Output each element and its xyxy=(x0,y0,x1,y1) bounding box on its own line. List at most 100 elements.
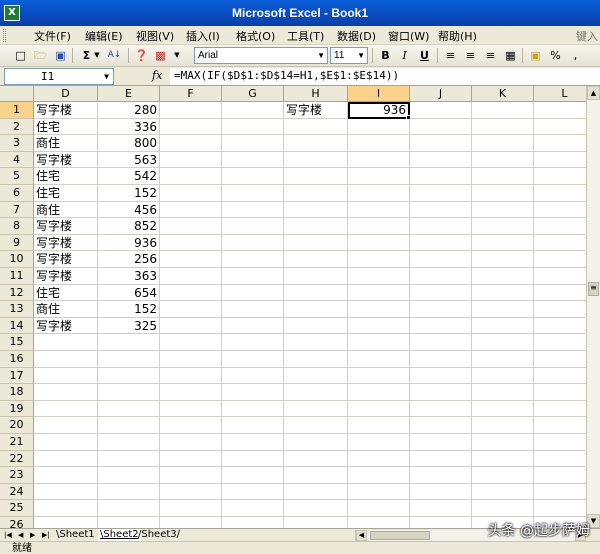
cell-f15[interactable] xyxy=(160,334,222,351)
row-header-12[interactable]: 12 xyxy=(0,284,34,302)
cell-e24[interactable] xyxy=(98,483,160,501)
sort-ascending-icon[interactable]: A↓ xyxy=(106,47,123,64)
cell-d16[interactable] xyxy=(34,351,98,368)
percent-button[interactable]: % xyxy=(547,47,564,64)
menu-view[interactable]: 视图(V) xyxy=(136,28,174,44)
prev-sheet-icon[interactable]: ◀ xyxy=(18,529,23,541)
cell-e1[interactable]: 280 xyxy=(98,102,160,119)
menu-grip-handle[interactable] xyxy=(3,29,6,42)
cell-l2[interactable] xyxy=(534,119,586,136)
cell-f22[interactable] xyxy=(160,450,222,468)
scrollbar-thumb[interactable]: ≡ xyxy=(588,282,599,296)
cell-i22[interactable] xyxy=(348,450,410,468)
cell-d11[interactable]: 写字楼 xyxy=(34,268,98,285)
open-folder-icon[interactable]: 🗁 xyxy=(32,47,49,64)
name-box[interactable]: I1 ▼ xyxy=(4,68,114,85)
cell-h13[interactable] xyxy=(284,301,348,318)
row-header-11[interactable]: 11 xyxy=(0,268,34,285)
cell-d9[interactable]: 写字楼 xyxy=(34,234,98,252)
save-disk-icon[interactable]: ▣ xyxy=(52,47,69,64)
currency-icon[interactable]: ▣ xyxy=(527,47,544,64)
next-sheet-icon[interactable]: ▶ xyxy=(30,529,35,541)
font-size-select[interactable]: 11 ▼ xyxy=(330,47,368,64)
vertical-scrollbar[interactable]: ▲ ≡ ▼ xyxy=(586,86,600,528)
cell-k10[interactable] xyxy=(472,251,534,268)
cell-d6[interactable]: 住宅 xyxy=(34,185,98,202)
cell-h20[interactable] xyxy=(284,417,348,434)
cell-f24[interactable] xyxy=(160,483,222,501)
cell-f16[interactable] xyxy=(160,351,222,368)
cell-i26[interactable] xyxy=(348,517,410,528)
cell-j20[interactable] xyxy=(410,417,472,434)
cell-k20[interactable] xyxy=(472,417,534,434)
cell-i24[interactable] xyxy=(348,483,410,501)
menu-window[interactable]: 窗口(W) xyxy=(388,28,429,44)
row-header-22[interactable]: 22 xyxy=(0,450,34,468)
cell-f6[interactable] xyxy=(160,185,222,202)
cell-l17[interactable] xyxy=(534,368,586,385)
cell-f21[interactable] xyxy=(160,434,222,451)
worksheet-grid[interactable]: D E F G H I J K L 1 写字楼 280 写字楼 936 2 住宅 336 3 商住 800 4 写字楼 56… xyxy=(0,86,586,528)
cell-i4[interactable] xyxy=(348,151,410,169)
cell-j13[interactable] xyxy=(410,301,472,318)
menu-file[interactable]: 文件(F) xyxy=(34,28,71,44)
cell-k9[interactable] xyxy=(472,234,534,252)
cell-f7[interactable] xyxy=(160,201,222,219)
cell-g22[interactable] xyxy=(222,450,284,468)
cell-h24[interactable] xyxy=(284,483,348,501)
cell-j19[interactable] xyxy=(410,400,472,418)
cell-h5[interactable] xyxy=(284,168,348,185)
cell-l4[interactable] xyxy=(534,152,586,169)
menu-format[interactable]: 格式(O) xyxy=(236,28,275,44)
cell-e14[interactable]: 325 xyxy=(98,317,160,335)
cell-h3[interactable] xyxy=(284,135,348,152)
cell-e5[interactable]: 542 xyxy=(98,168,160,185)
cell-j24[interactable] xyxy=(410,483,472,501)
row-header-1[interactable]: 1 xyxy=(0,102,34,119)
cell-h12[interactable] xyxy=(284,284,348,302)
cell-k7[interactable] xyxy=(472,201,534,219)
cell-h8[interactable] xyxy=(284,218,348,235)
cell-e26[interactable] xyxy=(98,517,160,528)
cell-g1[interactable] xyxy=(222,102,284,119)
cell-k4[interactable] xyxy=(472,151,534,169)
toolbar-options-icon[interactable]: ▼ xyxy=(172,47,182,64)
cell-l22[interactable] xyxy=(534,451,586,468)
cell-h14[interactable] xyxy=(284,317,348,335)
cell-k25[interactable] xyxy=(472,500,534,517)
cell-j7[interactable] xyxy=(410,201,472,219)
cell-f8[interactable] xyxy=(160,218,222,235)
cell-d21[interactable] xyxy=(34,434,98,451)
cell-e22[interactable] xyxy=(98,450,160,468)
cell-g2[interactable] xyxy=(222,118,284,136)
cell-e15[interactable] xyxy=(98,334,160,351)
row-header-20[interactable]: 20 xyxy=(0,417,34,434)
cell-f17[interactable] xyxy=(160,367,222,385)
row-header-2[interactable]: 2 xyxy=(0,118,34,136)
cell-j5[interactable] xyxy=(410,168,472,185)
align-center-icon[interactable]: ≡ xyxy=(462,47,479,64)
cell-f2[interactable] xyxy=(160,118,222,136)
chevron-down-icon[interactable]: ▼ xyxy=(104,69,109,84)
cell-h18[interactable] xyxy=(284,384,348,401)
cell-d20[interactable] xyxy=(34,417,98,434)
cell-i15[interactable] xyxy=(348,334,410,351)
cell-j10[interactable] xyxy=(410,251,472,268)
cell-k1[interactable] xyxy=(472,102,534,119)
cell-j16[interactable] xyxy=(410,351,472,368)
cell-k16[interactable] xyxy=(472,351,534,368)
cell-j8[interactable] xyxy=(410,218,472,235)
cell-k8[interactable] xyxy=(472,218,534,235)
cell-h11[interactable] xyxy=(284,268,348,285)
cell-g5[interactable] xyxy=(222,168,284,185)
cell-f5[interactable] xyxy=(160,168,222,185)
cell-i11[interactable] xyxy=(348,268,410,285)
cell-g7[interactable] xyxy=(222,201,284,219)
scroll-left-icon[interactable]: ◀ xyxy=(356,530,367,541)
cell-e7[interactable]: 456 xyxy=(98,201,160,219)
row-header-24[interactable]: 24 xyxy=(0,483,34,501)
cell-f18[interactable] xyxy=(160,384,222,401)
cell-l7[interactable] xyxy=(534,202,586,219)
tab-sheet3[interactable]: /Sheet3/ xyxy=(138,529,180,541)
cell-d17[interactable] xyxy=(34,367,98,385)
